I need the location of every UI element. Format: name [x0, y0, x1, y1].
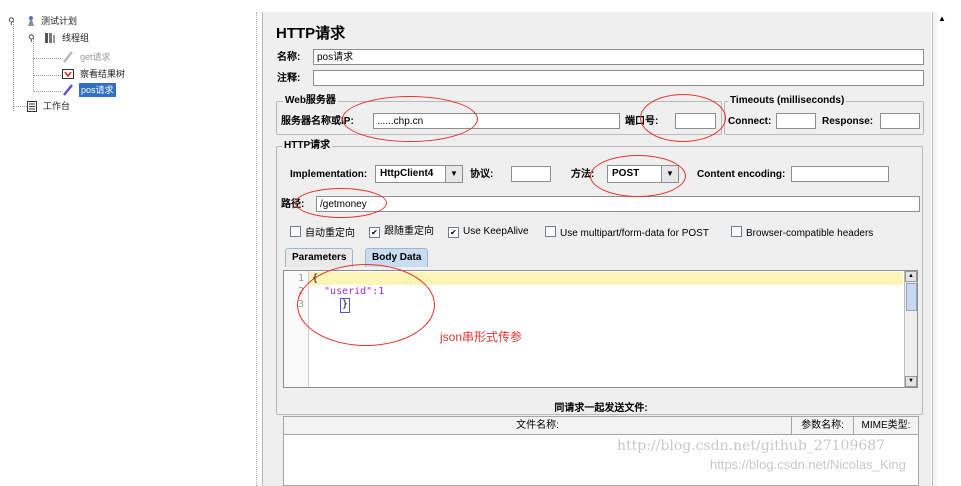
annotation-ellipse: [297, 264, 435, 346]
line-number: 1: [297, 273, 304, 284]
annotation-ellipse: [640, 94, 726, 142]
comment-label: 注释:: [277, 73, 301, 84]
follow-redirect-checkbox[interactable]: ✔ 跟随重定向: [369, 226, 434, 238]
tree-connector: [33, 58, 61, 59]
chevron-down-icon[interactable]: ▼: [445, 166, 462, 182]
auto-redirect-checkbox[interactable]: 自动重定向: [290, 226, 355, 240]
content-encoding-label: Content encoding:: [697, 169, 786, 180]
column-header-param-name[interactable]: 参数名称:: [792, 417, 854, 435]
comment-input[interactable]: [313, 70, 924, 86]
browser-compatible-checkbox[interactable]: Browser-compatible headers: [731, 226, 873, 240]
tree-connector: [13, 21, 14, 111]
timeouts-legend: Timeouts (milliseconds): [728, 95, 847, 107]
splitter[interactable]: [256, 12, 261, 486]
implementation-label: Implementation:: [290, 169, 368, 180]
web-server-legend: Web服务器: [283, 95, 338, 107]
option-label: Use multipart/form-data for POST: [560, 228, 709, 239]
option-label: 自动重定向: [305, 228, 355, 239]
checkmark-icon[interactable]: ✔: [369, 227, 380, 238]
scroll-thumb[interactable]: [906, 283, 917, 311]
column-header-mime-type[interactable]: MIME类型:: [854, 417, 918, 435]
protocol-label: 协议:: [470, 169, 494, 180]
http-request-legend: HTTP请求: [282, 140, 333, 152]
name-label: 名称:: [277, 52, 301, 63]
watermark: http://blog.csdn.net/github_27109687: [617, 438, 886, 454]
expand-toggle-icon[interactable]: ⚲: [28, 31, 35, 45]
tree-connector: [33, 75, 61, 76]
editor-scrollbar[interactable]: ▲ ▼: [904, 271, 917, 387]
option-label: 跟随重定向: [384, 226, 434, 237]
tree-item-label: 测试计划: [41, 16, 78, 26]
option-label: Use KeepAlive: [463, 226, 529, 237]
workbench-clipboard-icon: [27, 101, 37, 112]
multipart-checkbox[interactable]: Use multipart/form-data for POST: [545, 226, 709, 240]
tree-connector: [33, 38, 34, 92]
annotation-ellipse: [342, 96, 478, 142]
tree-item-label: 察看结果树: [80, 69, 126, 79]
right-scrollbar-track[interactable]: [932, 12, 937, 486]
annotation-ellipse: [295, 188, 387, 218]
sampler-pipette-icon: [63, 51, 73, 63]
tree-item-label: 工作台: [43, 101, 71, 111]
implementation-select[interactable]: HttpClient4 ▼: [375, 165, 463, 183]
tree-item-label: get请求: [80, 52, 111, 62]
column-header-filename[interactable]: 文件名称:: [284, 417, 792, 435]
response-label: Response:: [822, 116, 874, 127]
content-encoding-input[interactable]: [791, 166, 889, 182]
checkbox-box[interactable]: [290, 226, 301, 237]
implementation-value: HttpClient4: [380, 168, 434, 179]
scroll-down-icon[interactable]: ▼: [905, 376, 917, 387]
sampler-pipette-icon: [63, 84, 73, 96]
scroll-up-arrow-icon[interactable]: ▲: [938, 14, 946, 23]
tree-connector: [33, 91, 61, 92]
thread-group-icon: [45, 33, 55, 43]
keepalive-checkbox[interactable]: ✔ Use KeepAlive: [448, 226, 529, 238]
name-input[interactable]: pos请求: [313, 49, 924, 65]
connect-timeout-input[interactable]: [776, 113, 816, 129]
checkbox-box[interactable]: [545, 226, 556, 237]
checkmark-icon[interactable]: ✔: [448, 227, 459, 238]
watermark: https://blog.csdn.net/Nicolas_King: [710, 457, 906, 472]
scroll-up-icon[interactable]: ▲: [905, 271, 917, 282]
response-timeout-input[interactable]: [880, 113, 920, 129]
checkbox-box[interactable]: [731, 226, 742, 237]
path-input[interactable]: /getmoney: [316, 196, 920, 212]
annotation-text: json串形式传参: [440, 330, 523, 344]
annotation-ellipse: [590, 155, 686, 197]
tree-connector: [13, 106, 27, 107]
tab-parameters[interactable]: Parameters: [285, 248, 354, 267]
tree-item-label: pos请求: [79, 83, 116, 97]
tree-item-label: 线程组: [62, 33, 90, 43]
files-title: 同请求一起发送文件:: [554, 403, 648, 414]
test-plan-icon: [28, 16, 34, 26]
option-label: Browser-compatible headers: [746, 228, 874, 239]
results-tree-icon: [62, 69, 74, 79]
protocol-input[interactable]: [511, 166, 551, 182]
expand-toggle-icon[interactable]: ⚲: [8, 14, 15, 28]
connect-label: Connect:: [728, 116, 772, 127]
page-title: HTTP请求: [276, 25, 346, 42]
